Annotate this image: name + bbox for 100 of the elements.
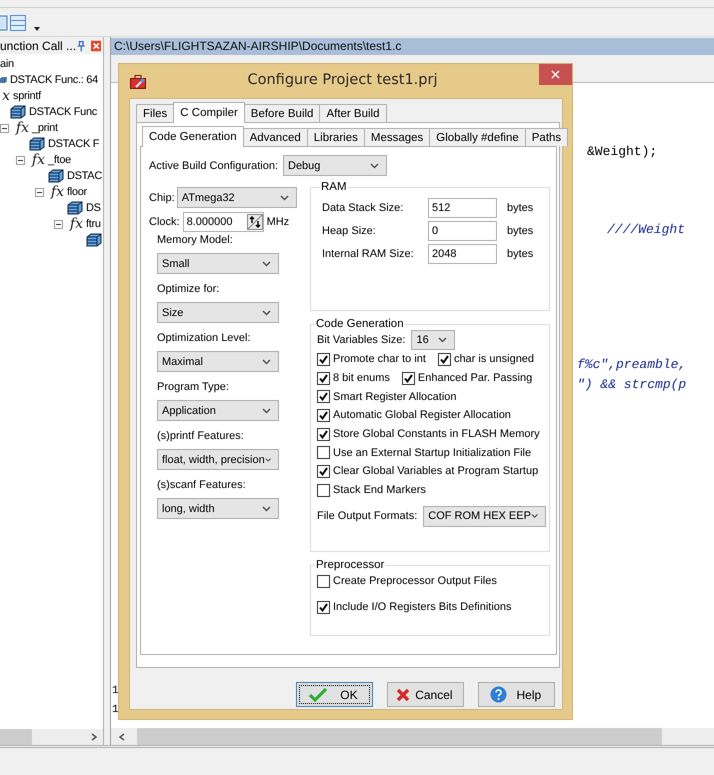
dropdown[interactable]: 16 bbox=[411, 330, 456, 350]
input-field[interactable]: 2048 bbox=[428, 244, 497, 264]
cancel-button[interactable]: Cancel bbox=[387, 682, 464, 707]
input-field[interactable]: 512 bbox=[428, 198, 497, 218]
checkmark-icon bbox=[309, 688, 328, 702]
checkbox[interactable] bbox=[317, 390, 330, 404]
checkbox-label[interactable]: Stack End Markers bbox=[333, 484, 426, 496]
chevron-icon bbox=[262, 310, 271, 316]
tree-item[interactable]: DSTACK F bbox=[48, 138, 100, 150]
scroll-right-icon[interactable] bbox=[91, 733, 97, 741]
checkbox[interactable] bbox=[317, 446, 330, 460]
chevron-icon bbox=[530, 513, 538, 519]
group-title: Preprocessor bbox=[315, 559, 386, 571]
tree-item[interactable]: DSTACK Func bbox=[29, 106, 98, 118]
tree-item[interactable]: sprintf bbox=[13, 90, 41, 102]
panel-title: unction Call ... bbox=[0, 38, 76, 52]
tab[interactable]: Advanced bbox=[242, 128, 308, 146]
toolbox-icon bbox=[130, 75, 146, 89]
field-label: Internal RAM Size: bbox=[322, 248, 415, 260]
close-button[interactable] bbox=[539, 64, 572, 85]
tree-item[interactable]: ftru bbox=[86, 218, 101, 230]
field-label: Bit Variables Size: bbox=[317, 334, 406, 346]
checkbox-label[interactable]: Enhanced Par. Passing bbox=[418, 372, 532, 384]
checkbox-label[interactable]: Store Global Constants in FLASH Memory bbox=[333, 428, 540, 440]
checkbox-label[interactable]: Include I/O Registers Bits Definitions bbox=[333, 601, 512, 613]
collapse-icon[interactable] bbox=[0, 124, 9, 132]
checkbox-label[interactable]: Use an External Startup Initialization File bbox=[333, 446, 532, 459]
tree-item[interactable]: _print bbox=[32, 122, 58, 134]
chevron-icon bbox=[370, 162, 379, 168]
code-line: ") && strcmp(p bbox=[577, 377, 686, 393]
checkbox[interactable] bbox=[317, 464, 330, 478]
tab[interactable]: Libraries bbox=[306, 128, 365, 146]
number-field[interactable]: 8.000000 bbox=[182, 212, 264, 232]
function-icon: fx bbox=[67, 216, 83, 232]
list-view-icon[interactable] bbox=[10, 15, 26, 31]
dropdown[interactable]: long, width bbox=[157, 498, 279, 519]
dropdown[interactable]: ATmega32 bbox=[176, 187, 297, 208]
checkbox[interactable] bbox=[317, 428, 330, 441]
collapse-icon[interactable] bbox=[54, 220, 63, 228]
field-label: Program Type: bbox=[157, 380, 230, 395]
tree-item[interactable]: DS bbox=[86, 202, 101, 214]
dropdown[interactable]: Small bbox=[157, 253, 279, 274]
field-label: Optimization Level: bbox=[157, 331, 252, 346]
checkbox-label[interactable]: Clear Global Variables at Program Startup bbox=[333, 465, 538, 478]
checkbox-label[interactable]: 8 bit enums bbox=[333, 372, 390, 384]
tab[interactable]: After Build bbox=[319, 104, 387, 122]
dropdown[interactable]: float, width, precision bbox=[157, 449, 279, 470]
field-label: (s)printf Features: bbox=[157, 429, 245, 444]
cube-icon bbox=[86, 233, 102, 247]
dropdown[interactable]: Application bbox=[157, 400, 279, 421]
tab[interactable]: Files bbox=[136, 104, 174, 122]
chevron-icon bbox=[262, 506, 271, 512]
dropdown[interactable]: COF ROM HEX EEP bbox=[423, 506, 546, 526]
checkbox[interactable] bbox=[317, 372, 330, 385]
tree-item[interactable]: DSTACK Func.: 64 bbox=[10, 74, 98, 86]
chevron-icon bbox=[262, 408, 271, 414]
cube-icon bbox=[48, 169, 64, 183]
tree-item[interactable]: DSTAC bbox=[67, 170, 102, 182]
checkbox-label[interactable]: Smart Register Allocation bbox=[333, 390, 456, 403]
checkbox[interactable] bbox=[438, 352, 451, 366]
checkbox-label[interactable]: Automatic Global Register Allocation bbox=[333, 409, 511, 422]
unit-label: bytes bbox=[507, 248, 534, 260]
checkbox-label[interactable]: char is unsigned bbox=[454, 353, 534, 366]
pin-icon[interactable] bbox=[76, 40, 87, 52]
collapse-icon[interactable] bbox=[35, 188, 44, 196]
tab[interactable]: Paths bbox=[524, 128, 568, 146]
checkbox-label[interactable]: Create Preprocessor Output Files bbox=[333, 575, 497, 587]
scroll-left-icon[interactable] bbox=[119, 732, 125, 740]
dropdown[interactable]: Size bbox=[157, 302, 279, 323]
input-field[interactable]: 0 bbox=[428, 220, 497, 240]
help-button[interactable]: Help bbox=[478, 682, 555, 707]
checkbox[interactable] bbox=[317, 600, 330, 614]
cube-icon bbox=[10, 105, 26, 119]
scrollbar-thumb[interactable] bbox=[137, 728, 662, 745]
field-label: Data Stack Size: bbox=[322, 202, 404, 214]
collapse-icon[interactable] bbox=[16, 156, 25, 164]
tree-item[interactable]: _ftoe bbox=[48, 154, 71, 166]
function-icon: fx bbox=[29, 152, 45, 168]
close-icon[interactable] bbox=[90, 40, 101, 52]
checkbox[interactable] bbox=[317, 484, 330, 497]
tree-item[interactable]: ain bbox=[0, 58, 14, 70]
checkbox[interactable] bbox=[317, 408, 330, 422]
checkbox[interactable] bbox=[317, 352, 330, 366]
checkbox-label[interactable]: Promote char to int bbox=[333, 353, 426, 366]
group-title: RAM bbox=[320, 181, 348, 193]
checkbox[interactable] bbox=[317, 574, 330, 588]
tab[interactable]: Code Generation bbox=[142, 126, 244, 147]
spinner-icon[interactable] bbox=[246, 214, 263, 230]
dropdown[interactable]: Maximal bbox=[157, 351, 279, 372]
ok-button[interactable]: OK bbox=[296, 682, 373, 707]
tab[interactable]: C Compiler bbox=[173, 102, 245, 123]
dropdown[interactable]: Debug bbox=[283, 155, 387, 176]
panel-icon[interactable] bbox=[0, 15, 8, 31]
checkbox[interactable] bbox=[402, 372, 415, 385]
scrollbar-thumb[interactable] bbox=[0, 729, 32, 745]
tab[interactable]: Globally #define bbox=[429, 128, 526, 146]
field-label: File Output Formats: bbox=[317, 510, 418, 522]
tab[interactable]: Messages bbox=[364, 128, 430, 146]
tree-item[interactable]: floor bbox=[67, 186, 87, 198]
dropdown-arrow-icon[interactable] bbox=[34, 27, 40, 31]
